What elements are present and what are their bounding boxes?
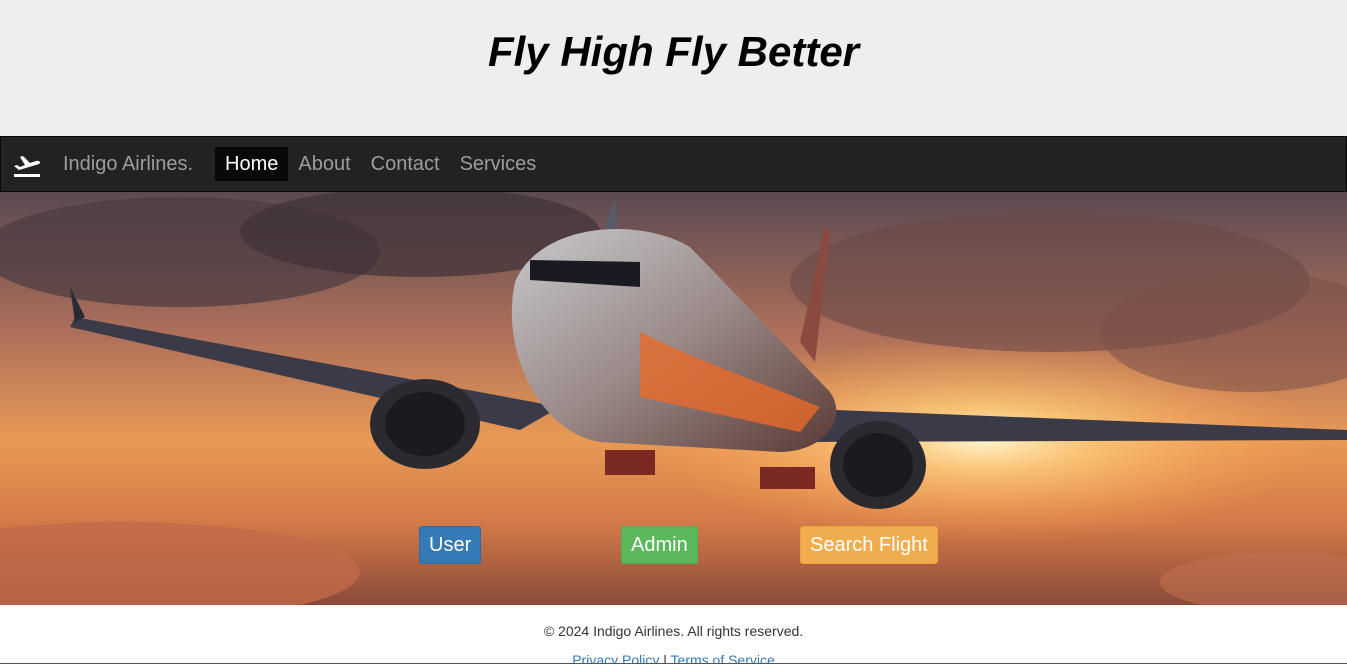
privacy-policy-link[interactable]: Privacy Policy	[572, 652, 659, 663]
user-button[interactable]: User	[419, 526, 482, 564]
footer: © 2024 Indigo Airlines. All rights reser…	[0, 605, 1347, 664]
nav-link-services[interactable]: Services	[450, 147, 547, 181]
hero-section: User Admin Search Flight	[0, 192, 1347, 605]
admin-button[interactable]: Admin	[621, 526, 698, 564]
copyright-text: © 2024 Indigo Airlines. All rights reser…	[543, 623, 804, 639]
nav-link-home[interactable]: Home	[215, 147, 289, 181]
nav-link-contact[interactable]: Contact	[361, 147, 450, 181]
nav-links: Home About Contact Services	[215, 147, 546, 181]
terms-of-service-link[interactable]: Terms of Service	[671, 652, 775, 663]
navbar: Indigo Airlines. Home About Contact Serv…	[0, 136, 1347, 192]
footer-links: Privacy Policy | Terms of Service	[0, 652, 1347, 664]
footer-separator: |	[663, 652, 667, 664]
search-flight-button[interactable]: Search Flight	[800, 526, 938, 564]
plane-departure-icon[interactable]	[11, 149, 43, 179]
top-banner: Fly High Fly Better	[0, 0, 1347, 136]
brand-name[interactable]: Indigo Airlines.	[63, 152, 193, 176]
page-tagline: Fly High Fly Better	[487, 28, 860, 75]
nav-link-about[interactable]: About	[288, 147, 360, 181]
